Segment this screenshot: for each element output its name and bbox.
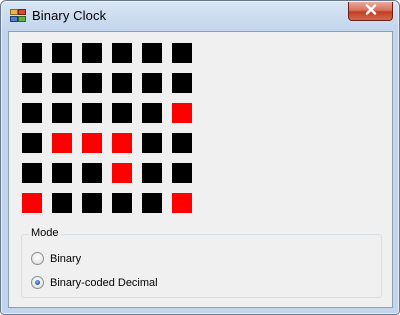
led-on — [52, 133, 72, 153]
led-off — [82, 163, 102, 183]
led-on — [172, 103, 192, 123]
radio-bcd[interactable]: Binary-coded Decimal — [31, 276, 158, 289]
window-title: Binary Clock — [32, 8, 107, 23]
radio-label: Binary-coded Decimal — [50, 276, 158, 289]
led-off — [52, 103, 72, 123]
led-off — [112, 43, 132, 63]
client-area: Mode Binary Binary-coded Decimal — [8, 31, 393, 308]
radio-button-icon[interactable] — [31, 276, 44, 289]
led-off — [22, 133, 42, 153]
led-off — [52, 163, 72, 183]
close-button[interactable] — [348, 2, 393, 21]
led-off — [82, 193, 102, 213]
led-off — [82, 103, 102, 123]
title-bar[interactable]: Binary Clock — [1, 1, 399, 31]
led-on — [172, 193, 192, 213]
app-window: Binary Clock Mode Binary Binary-coded De… — [0, 0, 400, 315]
led-off — [52, 43, 72, 63]
led-off — [142, 163, 162, 183]
led-off — [142, 73, 162, 93]
led-off — [22, 73, 42, 93]
led-on — [112, 163, 132, 183]
led-off — [52, 193, 72, 213]
led-off — [22, 43, 42, 63]
led-on — [22, 193, 42, 213]
led-off — [142, 133, 162, 153]
led-off — [142, 103, 162, 123]
close-icon — [365, 2, 377, 20]
led-on — [112, 133, 132, 153]
radio-button-icon[interactable] — [31, 252, 44, 265]
led-off — [112, 103, 132, 123]
led-on — [82, 133, 102, 153]
led-off — [142, 43, 162, 63]
radio-binary[interactable]: Binary — [31, 252, 81, 265]
led-off — [172, 163, 192, 183]
radio-label: Binary — [50, 252, 82, 265]
led-off — [142, 193, 162, 213]
led-off — [82, 43, 102, 63]
led-off — [172, 43, 192, 63]
mode-groupbox: Mode Binary Binary-coded Decimal — [21, 227, 382, 298]
led-off — [22, 163, 42, 183]
mode-legend: Mode — [29, 227, 61, 239]
led-off — [112, 193, 132, 213]
app-icon — [10, 9, 26, 23]
led-off — [112, 73, 132, 93]
led-off — [172, 73, 192, 93]
led-off — [22, 103, 42, 123]
led-off — [172, 133, 192, 153]
led-off — [82, 73, 102, 93]
led-off — [52, 73, 72, 93]
